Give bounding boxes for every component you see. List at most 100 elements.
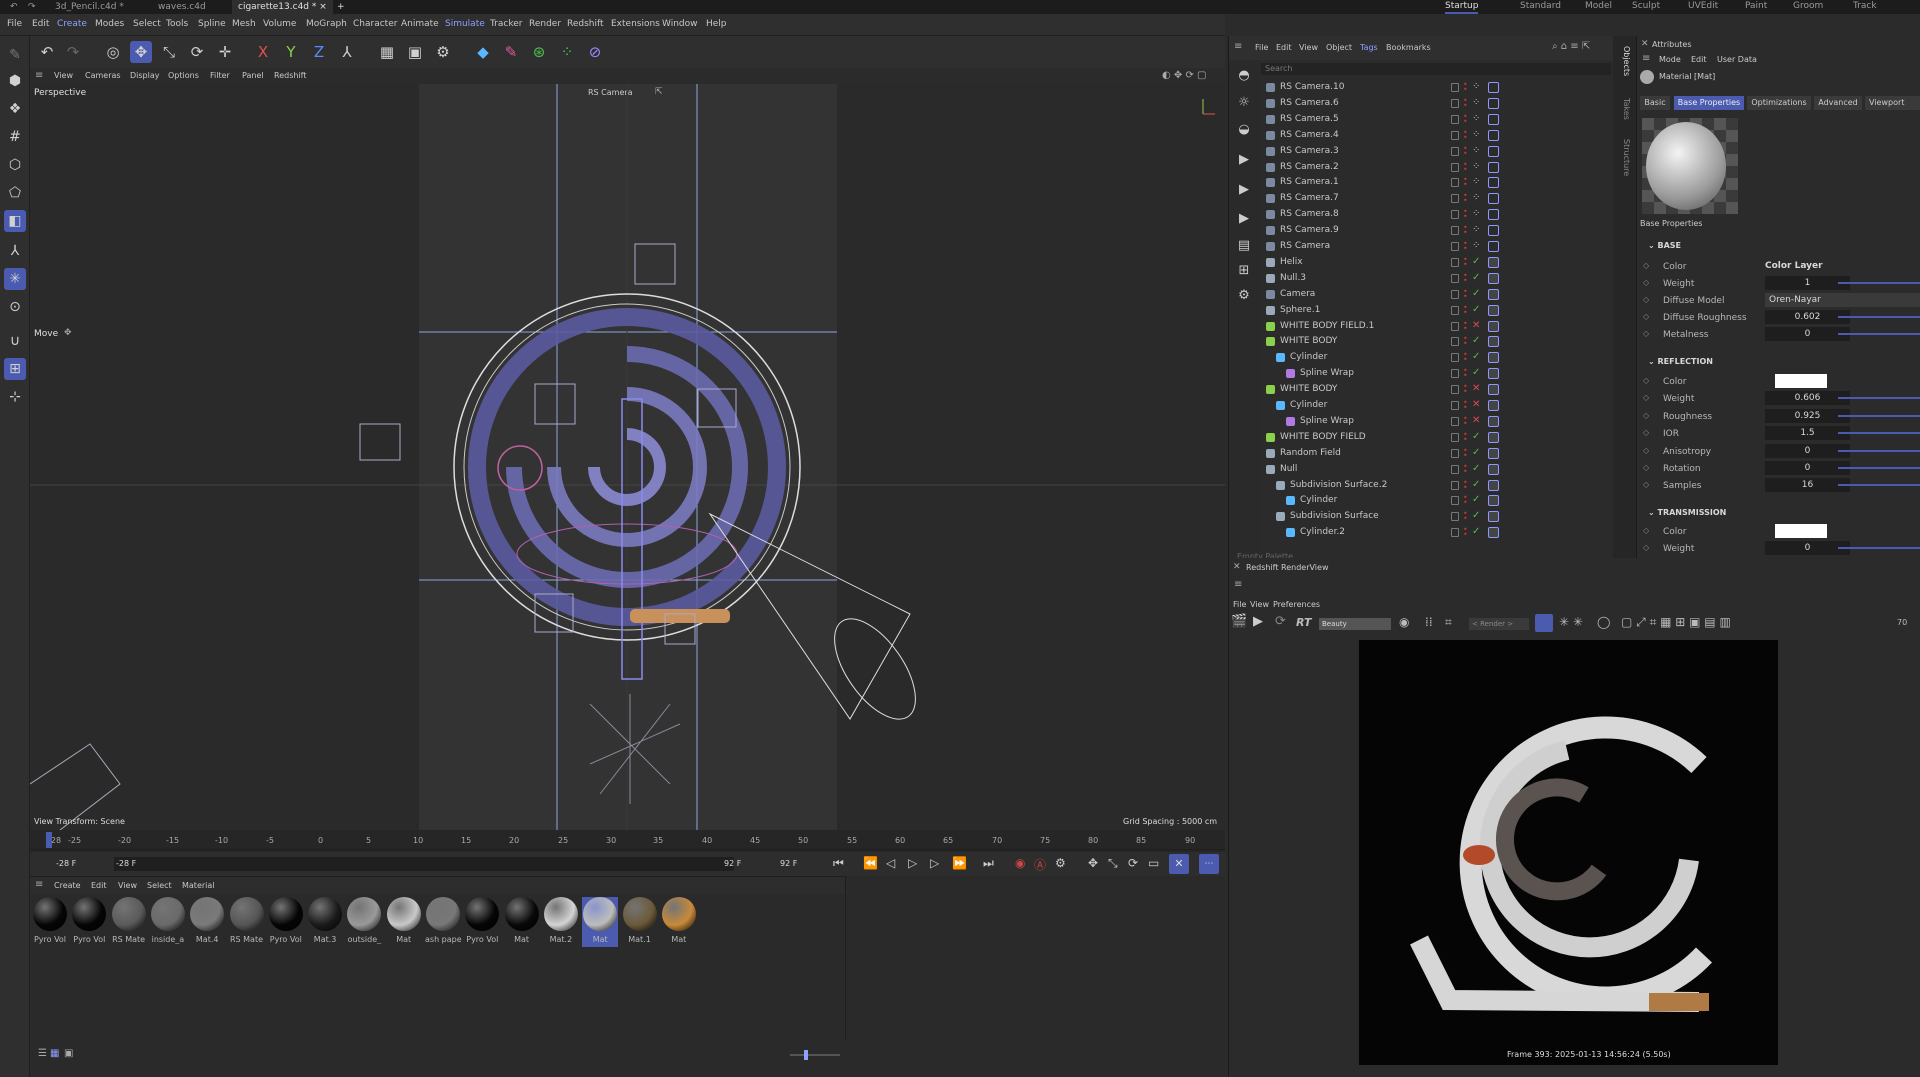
attribute-row[interactable]: ◇ IOR 1.5 (1643, 426, 1920, 442)
object-row[interactable]: RS Camera.5 • • ⁘ (1258, 112, 1643, 128)
rv-play-icon[interactable]: ▶ (1253, 614, 1263, 629)
object-name[interactable]: Subdivision Surface.2 (1290, 480, 1387, 490)
enable-check-icon[interactable]: ⁘ (1472, 81, 1480, 92)
viewport-nav-icons[interactable]: ◐ ✥ ⟳ ▢ (1162, 70, 1206, 81)
attr-menu-edit[interactable]: Edit (1691, 55, 1707, 64)
layer-icon[interactable] (1451, 401, 1459, 410)
object-name[interactable]: Null.3 (1280, 273, 1306, 283)
y-axis-lock[interactable]: Y (280, 41, 302, 63)
autokey-icon[interactable]: Ⓐ (1034, 856, 1046, 873)
large-view-icon[interactable]: ▣ (64, 1048, 73, 1059)
node-icon[interactable]: ⊞ (1233, 263, 1255, 281)
attribute-row[interactable]: ◇ Roughness 0.925 (1643, 408, 1920, 425)
move-tool-icon[interactable]: ✥ (130, 41, 152, 63)
object-tag-icon[interactable] (1488, 193, 1499, 205)
object-name[interactable]: RS Camera.3 (1280, 146, 1339, 156)
layout-tab-standard[interactable]: Standard (1520, 0, 1561, 14)
menu-edit[interactable]: Edit (32, 19, 49, 29)
attribute-slider[interactable] (1838, 397, 1920, 400)
play-icon[interactable]: ▷ (908, 856, 917, 870)
om-search-input[interactable]: Search (1261, 63, 1611, 75)
keyframe-settings-icon[interactable]: ⚙ (1055, 856, 1066, 870)
menu-tracker[interactable]: Tracker (490, 19, 522, 29)
object-name[interactable]: Cylinder (1290, 400, 1327, 410)
render-play3-icon[interactable]: ▶ (1233, 211, 1255, 229)
layer-icon[interactable] (1451, 448, 1459, 458)
next-key-icon[interactable]: ⏩ (952, 856, 967, 870)
object-name[interactable]: RS Camera.8 (1280, 209, 1339, 219)
object-tag-icon[interactable] (1488, 511, 1499, 523)
visibility-dots-icon[interactable]: • • (1463, 208, 1468, 221)
object-row[interactable]: RS Camera.6 • • ⁘ (1258, 96, 1643, 112)
attribute-value[interactable] (1775, 524, 1827, 538)
object-row[interactable]: Cylinder • • ✓ (1258, 493, 1643, 509)
object-tag-icon[interactable] (1488, 256, 1499, 268)
material-swatch[interactable]: Mat (504, 897, 540, 947)
menu-mograph[interactable]: MoGraph (306, 19, 347, 29)
layer-icon[interactable] (1451, 496, 1459, 506)
grid-view-icon[interactable]: ▦ (50, 1048, 59, 1059)
layout-tab-model[interactable]: Model (1585, 0, 1612, 14)
render-settings-icon[interactable]: ⚙ (432, 41, 454, 63)
enable-check-icon[interactable]: ✓ (1472, 272, 1480, 283)
menu-redshift[interactable]: Redshift (567, 19, 604, 29)
menu-volume[interactable]: Volume (263, 19, 296, 29)
object-row[interactable]: WHITE BODY FIELD • • ✓ (1258, 430, 1643, 446)
layer-icon[interactable] (1451, 337, 1459, 347)
animate-diamond-icon[interactable]: ◇ (1643, 376, 1649, 385)
object-row[interactable]: WHITE BODY FIELD.1 • • ✕ (1258, 319, 1643, 335)
rv-tool-icons[interactable]: ▢ ⤢ ⌗ ▦ ⊞ ▣ ▤ ▥ (1621, 615, 1731, 630)
object-name[interactable]: WHITE BODY FIELD (1280, 432, 1366, 442)
side-tab-objects[interactable]: Objects (1617, 46, 1631, 96)
attribute-row[interactable]: ◇ Weight 0 (1643, 541, 1920, 557)
key-position-icon[interactable]: ✥ (1088, 856, 1098, 870)
object-tag-icon[interactable] (1488, 447, 1499, 459)
workplane-icon[interactable]: ⊙ (4, 296, 26, 318)
material-swatch[interactable]: ash pape (425, 897, 461, 947)
x-axis-lock[interactable]: X (252, 41, 274, 63)
visibility-dots-icon[interactable]: • • (1463, 176, 1468, 189)
side-tab-takes[interactable]: Takes (1617, 98, 1631, 138)
mat-menu-material[interactable]: Material (182, 881, 215, 890)
tab-cigarette13[interactable]: cigarette13.c4d * × (232, 0, 333, 14)
layer-icon[interactable] (1451, 194, 1459, 204)
visibility-dots-icon[interactable]: • • (1463, 96, 1468, 109)
object-tag-icon[interactable] (1488, 384, 1499, 396)
object-tag-icon[interactable] (1488, 209, 1499, 221)
visibility-dots-icon[interactable]: • • (1463, 240, 1468, 253)
rotate-tool-icon[interactable]: ⟳ (186, 41, 208, 63)
object-tag-icon[interactable] (1488, 320, 1499, 332)
cube-primitive-icon[interactable]: ◆ (472, 41, 494, 63)
object-name[interactable]: RS Camera.5 (1280, 114, 1339, 124)
undo-icon[interactable]: ↶ (10, 0, 18, 14)
visibility-dots-icon[interactable]: • • (1463, 271, 1468, 284)
visibility-dots-icon[interactable]: • • (1463, 462, 1468, 475)
object-name[interactable]: Cylinder.2 (1300, 527, 1345, 537)
material-swatch[interactable]: Mat.4 (189, 897, 225, 947)
visibility-dots-icon[interactable]: • • (1463, 81, 1468, 94)
enable-check-icon[interactable]: ✕ (1472, 399, 1480, 410)
vp-menu-options[interactable]: Options (168, 71, 199, 80)
layer-icon[interactable] (1451, 210, 1459, 220)
grid-icon[interactable]: # (4, 126, 26, 148)
enable-check-icon[interactable]: ⁘ (1472, 113, 1480, 124)
object-row[interactable]: Cylinder • • ✓ (1258, 350, 1643, 366)
layer-icon[interactable] (1451, 321, 1459, 331)
render-play2-icon[interactable]: ▶ (1233, 182, 1255, 200)
layer-icon[interactable] (1451, 226, 1459, 236)
object-name[interactable]: Subdivision Surface (1290, 511, 1379, 521)
menu-character[interactable]: Character (353, 19, 397, 29)
list-view-icon[interactable]: ☰ (38, 1048, 47, 1059)
enable-check-icon[interactable]: ⁘ (1472, 240, 1480, 251)
visibility-dots-icon[interactable]: • • (1463, 414, 1468, 427)
material-swatch[interactable]: Mat.1 (622, 897, 658, 947)
layer-icon[interactable] (1451, 464, 1459, 474)
object-row[interactable]: RS Camera • • ⁘ (1258, 239, 1643, 255)
animate-diamond-icon[interactable]: ◇ (1643, 393, 1649, 402)
vp-menu-view[interactable]: View (54, 71, 73, 80)
visibility-dots-icon[interactable]: • • (1463, 446, 1468, 459)
object-name[interactable]: Camera (1280, 289, 1315, 299)
object-name[interactable]: WHITE BODY (1280, 336, 1337, 346)
animate-diamond-icon[interactable]: ◇ (1643, 278, 1649, 287)
object-tag-icon[interactable] (1488, 400, 1499, 411)
